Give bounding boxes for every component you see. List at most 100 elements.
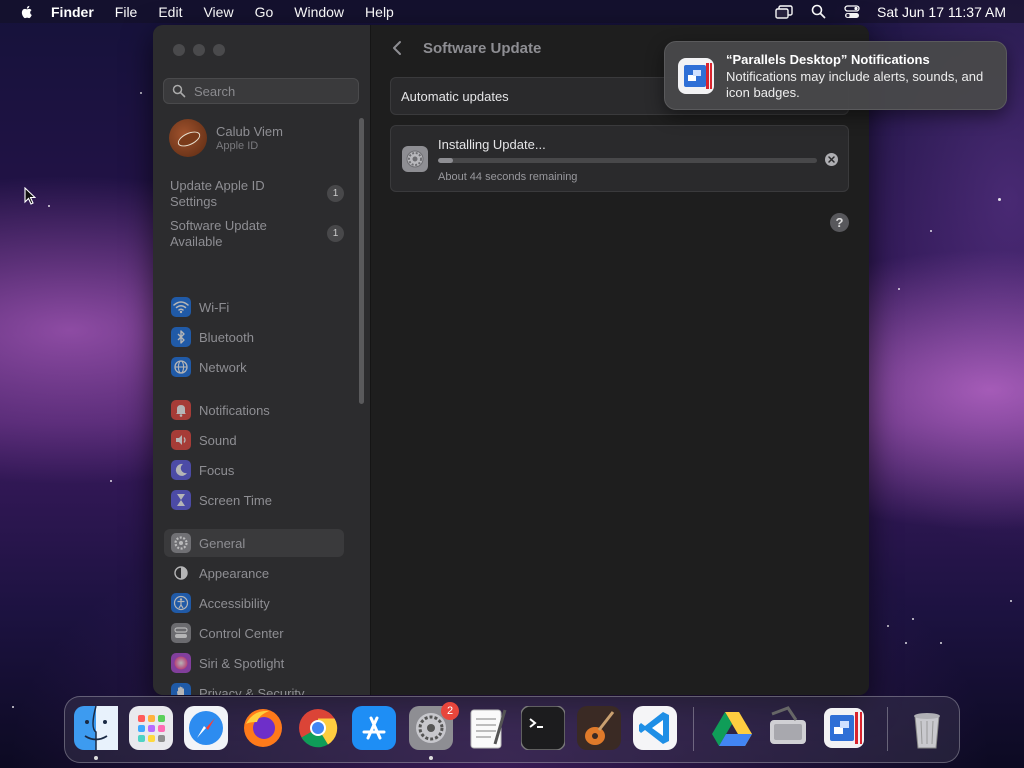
sidebar-search[interactable] bbox=[163, 78, 359, 104]
safari-icon[interactable] bbox=[184, 706, 228, 750]
alert-software-update-available[interactable]: Software Update Available 1 bbox=[170, 218, 350, 250]
spotlight-search-icon[interactable] bbox=[809, 4, 827, 20]
control-center-icon[interactable] bbox=[843, 4, 861, 20]
alert-badge: 1 bbox=[327, 185, 344, 202]
apple-id-account[interactable]: Calub Viem Apple ID bbox=[169, 119, 283, 157]
app-store-icon[interactable] bbox=[352, 706, 396, 750]
help-button[interactable]: ? bbox=[830, 213, 849, 232]
apple-menu-icon[interactable] bbox=[19, 4, 35, 20]
disk-utility-icon[interactable] bbox=[766, 706, 810, 750]
menu-view[interactable]: View bbox=[203, 4, 233, 20]
parallels-notification-banner[interactable]: “Parallels Desktop” Notifications Notifi… bbox=[664, 41, 1007, 110]
sidebar-item-label: Sound bbox=[199, 432, 237, 448]
menu-app-name[interactable]: Finder bbox=[51, 4, 94, 20]
sidebar-item-focus[interactable]: Focus bbox=[164, 456, 344, 484]
sidebar-item-label: Focus bbox=[199, 462, 235, 478]
siri-icon bbox=[171, 653, 191, 673]
sidebar-item-general[interactable]: General bbox=[164, 529, 344, 557]
alert-label: Software Update Available bbox=[170, 218, 267, 249]
finder-icon[interactable] bbox=[74, 705, 118, 750]
sidebar-item-label: Privacy & Security bbox=[199, 685, 305, 696]
automatic-updates-label: Automatic updates bbox=[401, 88, 509, 104]
sidebar-item-notifications[interactable]: Notifications bbox=[164, 396, 344, 424]
menu-window[interactable]: Window bbox=[294, 4, 344, 20]
sidebar-item-label: Network bbox=[199, 359, 247, 375]
alert-label: Update Apple ID Settings bbox=[170, 178, 265, 209]
textedit-icon[interactable] bbox=[465, 706, 509, 750]
star bbox=[940, 642, 942, 644]
sidebar-item-screen-time[interactable]: Screen Time bbox=[164, 486, 344, 514]
parallels-app-icon bbox=[678, 58, 714, 94]
sidebar-item-accessibility[interactable]: Accessibility bbox=[164, 589, 344, 617]
update-progress-fill bbox=[438, 158, 454, 163]
star bbox=[110, 480, 112, 482]
menu-go[interactable]: Go bbox=[255, 4, 274, 20]
close-window-button[interactable] bbox=[173, 44, 185, 56]
menu-file[interactable]: File bbox=[115, 4, 138, 20]
moon-icon bbox=[171, 460, 191, 480]
launchpad-icon[interactable] bbox=[129, 706, 173, 750]
zoom-window-button[interactable] bbox=[213, 44, 225, 56]
star bbox=[912, 618, 914, 620]
sidebar-item-label: Notifications bbox=[199, 402, 270, 418]
sidebar-item-label: Appearance bbox=[199, 565, 270, 581]
sidebar-item-label: Control Center bbox=[199, 625, 284, 641]
running-indicator bbox=[94, 756, 98, 760]
update-remaining-time: About 44 seconds remaining bbox=[438, 171, 578, 183]
back-chevron-icon[interactable] bbox=[391, 39, 405, 57]
star bbox=[1010, 600, 1012, 602]
sidebar-item-network[interactable]: Network bbox=[164, 353, 344, 381]
update-progress-card: Installing Update... About 44 seconds re… bbox=[390, 125, 849, 192]
menu-bar: Finder File Edit View Go Window Help Sat… bbox=[0, 0, 1024, 23]
dock-separator bbox=[693, 707, 694, 751]
star bbox=[998, 198, 1001, 201]
update-heading: Installing Update... bbox=[438, 137, 546, 152]
sidebar-item-label: Wi-Fi bbox=[199, 299, 230, 315]
globe-icon bbox=[171, 357, 191, 377]
sidebar-item-bluetooth[interactable]: Bluetooth bbox=[164, 323, 344, 351]
sidebar-item-appearance[interactable]: Appearance bbox=[164, 559, 344, 587]
star bbox=[930, 230, 932, 232]
menu-edit[interactable]: Edit bbox=[158, 4, 182, 20]
sidebar-item-wi-fi[interactable]: Wi-Fi bbox=[164, 293, 344, 321]
wifi-icon bbox=[171, 297, 191, 317]
sidebar-item-label: Accessibility bbox=[199, 595, 270, 611]
alert-update-apple-id-settings[interactable]: Update Apple ID Settings 1 bbox=[170, 178, 350, 210]
star bbox=[140, 92, 142, 94]
software-update-gear-icon bbox=[402, 146, 428, 172]
sidebar-item-privacy-security[interactable]: Privacy & Security bbox=[164, 679, 344, 695]
minimize-window-button[interactable] bbox=[193, 44, 205, 56]
parallels-icon[interactable] bbox=[822, 706, 866, 750]
chrome-icon[interactable] bbox=[296, 706, 340, 750]
sidebar-item-control-center[interactable]: Control Center bbox=[164, 619, 344, 647]
cancel-update-button[interactable] bbox=[825, 153, 838, 166]
gear-icon bbox=[171, 533, 191, 553]
control-center-icon bbox=[171, 623, 191, 643]
sidebar-item-siri-spotlight[interactable]: Siri & Spotlight bbox=[164, 649, 344, 677]
appearance-icon bbox=[171, 563, 191, 583]
bell-icon bbox=[171, 400, 191, 420]
accessibility-icon bbox=[171, 593, 191, 613]
menu-clock[interactable]: Sat Jun 17 11:37 AM bbox=[877, 4, 1006, 20]
menu-help[interactable]: Help bbox=[365, 4, 394, 20]
running-indicator bbox=[429, 756, 433, 760]
search-input[interactable] bbox=[192, 82, 356, 100]
screen-mirroring-icon[interactable] bbox=[775, 4, 793, 20]
garageband-icon[interactable] bbox=[577, 706, 621, 750]
firefox-icon[interactable] bbox=[241, 706, 285, 750]
sidebar-item-sound[interactable]: Sound bbox=[164, 426, 344, 454]
alert-badge: 1 bbox=[327, 225, 344, 242]
sidebar-scrollbar[interactable] bbox=[359, 118, 364, 404]
trash-icon[interactable] bbox=[905, 706, 949, 750]
page-title: Software Update bbox=[423, 39, 542, 57]
settings-icon[interactable]: 2 bbox=[409, 702, 459, 750]
google-drive-icon[interactable] bbox=[710, 706, 754, 750]
vscode-icon[interactable] bbox=[633, 706, 677, 750]
star bbox=[905, 642, 907, 644]
avatar bbox=[169, 119, 207, 157]
dock: 2 bbox=[64, 696, 960, 763]
hand-icon bbox=[171, 683, 191, 695]
settings-sidebar: Calub Viem Apple ID Update Apple ID Sett… bbox=[153, 25, 371, 695]
star bbox=[887, 625, 889, 627]
terminal-icon[interactable] bbox=[520, 705, 566, 751]
